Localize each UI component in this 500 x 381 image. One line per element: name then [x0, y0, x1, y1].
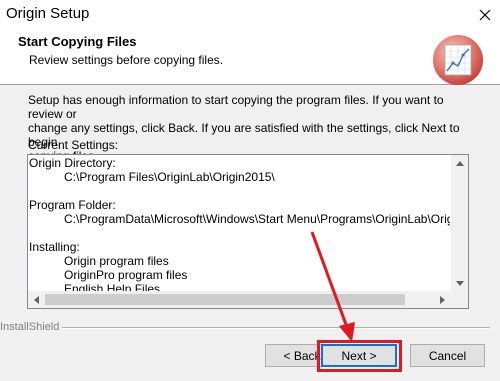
horizontal-scroll-thumb[interactable] — [45, 294, 405, 305]
installshield-brand: InstallShield — [0, 321, 60, 333]
origin-chart-logo-icon — [433, 35, 483, 85]
vertical-scrollbar[interactable] — [450, 155, 468, 292]
current-settings-label: Current Settings: — [28, 138, 119, 152]
settings-text-area[interactable]: Origin Directory: C:\Program Files\Origin… — [29, 156, 452, 293]
setup-window: Origin Setup Start Copying Files Review … — [0, 0, 500, 381]
settings-heading-line — [29, 226, 452, 240]
settings-value-line: Origin program files — [64, 254, 169, 268]
scrollbar-corner — [451, 291, 468, 308]
scroll-right-button[interactable] — [434, 291, 451, 308]
settings-heading-line: Origin Directory: — [29, 156, 116, 170]
settings-heading-line: Program Folder: — [29, 198, 116, 212]
settings-value-line: C:\ProgramData\Microsoft\Windows\Start M… — [64, 212, 452, 226]
footer-divider — [62, 327, 490, 329]
settings-value-line: OriginPro program files — [64, 268, 188, 282]
scroll-up-button[interactable] — [451, 155, 468, 172]
close-icon — [479, 9, 491, 21]
scroll-left-button[interactable] — [28, 291, 45, 308]
wizard-header: Start Copying Files Review settings befo… — [0, 30, 500, 85]
scroll-up-icon — [455, 161, 464, 166]
title-bar[interactable]: Origin Setup — [0, 0, 500, 30]
scroll-down-icon — [455, 281, 464, 286]
page-subtitle: Review settings before copying files. — [29, 53, 224, 67]
horizontal-scrollbar[interactable] — [28, 291, 451, 308]
settings-heading-line: Installing: — [29, 240, 80, 254]
close-button[interactable] — [470, 0, 500, 30]
window-title: Origin Setup — [6, 5, 90, 22]
current-settings-listbox[interactable]: Origin Directory: C:\Program Files\Origin… — [27, 154, 469, 309]
description-line: Setup has enough information to start co… — [28, 93, 444, 121]
scroll-left-icon — [34, 295, 39, 304]
cancel-button[interactable]: Cancel — [410, 344, 485, 367]
scroll-down-button[interactable] — [451, 275, 468, 292]
next-button-highlight — [317, 340, 402, 372]
scroll-right-icon — [440, 295, 445, 304]
settings-heading-line — [29, 184, 452, 198]
description-text: Setup has enough information to start co… — [28, 93, 478, 163]
page-title: Start Copying Files — [18, 34, 137, 49]
settings-value-line: C:\Program Files\OriginLab\Origin2015\ — [64, 170, 275, 184]
